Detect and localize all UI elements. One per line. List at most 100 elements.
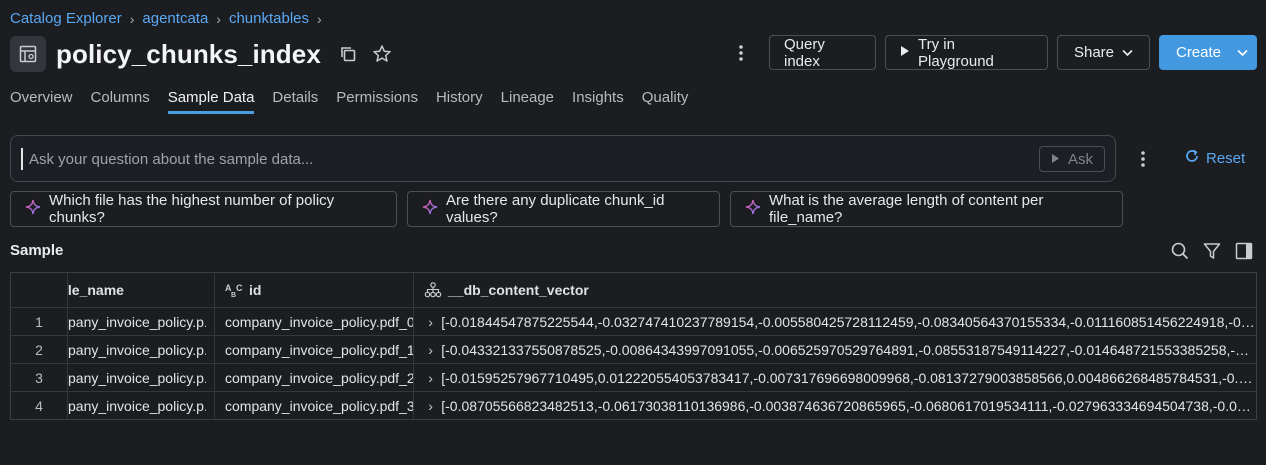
string-type-icon: A B C (225, 282, 243, 298)
tab-insights[interactable]: Insights (572, 89, 624, 114)
share-label: Share (1073, 44, 1115, 61)
tab-lineage[interactable]: Lineage (501, 89, 554, 114)
tab-details[interactable]: Details (272, 89, 318, 114)
chevron-right-icon: › (317, 10, 322, 27)
column-header-file-name[interactable]: ile_name (68, 273, 215, 307)
cell-text: [-0.043321337550878525,-0.00864343997091… (441, 341, 1256, 358)
copy-icon[interactable] (335, 41, 361, 67)
assistant-question-box: Ask (10, 135, 1116, 182)
reset-label: Reset (1206, 149, 1246, 167)
playground-label: Try in Playground (918, 35, 994, 70)
cell-text: [-0.08705566823482513,-0.061730381101369… (441, 397, 1256, 414)
more-vertical-icon[interactable] (728, 36, 754, 70)
column-header-vector[interactable]: __db_content_vector (414, 273, 1256, 307)
more-vertical-icon[interactable] (1133, 147, 1153, 171)
expand-chevron-icon[interactable]: › (424, 342, 437, 358)
table-row[interactable]: 1 pany_invoice_policy.p... company_invoi… (11, 307, 1256, 335)
table-header-row: ile_name A B C id __db_content_vector (11, 273, 1256, 307)
row-number: 2 (11, 336, 68, 363)
sparkle-icon (745, 199, 761, 219)
id-cell[interactable]: company_invoice_policy.pdf_2 (215, 364, 414, 391)
try-in-playground-button[interactable]: Try in Playground (885, 35, 1048, 70)
suggestion-chip[interactable]: Are there any duplicate chunk_id values? (407, 191, 720, 227)
breadcrumb: Catalog Explorer › agentcata › chunktabl… (10, 10, 322, 27)
sample-heading: Sample (10, 242, 64, 259)
row-number: 1 (11, 308, 68, 335)
expand-chevron-icon[interactable]: › (424, 398, 437, 414)
cell-text: pany_invoice_policy.p... (68, 313, 206, 330)
cell-text: pany_invoice_policy.p... (68, 397, 206, 414)
header-actions: Query index Try in Playground Share Crea… (728, 35, 1257, 70)
row-number-header (11, 273, 68, 307)
cell-text: pany_invoice_policy.p... (68, 341, 206, 358)
chevron-down-icon (1122, 44, 1133, 61)
query-index-button[interactable]: Query index (769, 35, 876, 70)
file-name-cell[interactable]: pany_invoice_policy.p... (68, 336, 215, 363)
breadcrumb-schema[interactable]: chunktables (229, 10, 309, 27)
question-input[interactable] (21, 148, 921, 170)
tab-quality[interactable]: Quality (642, 89, 689, 114)
breadcrumb-catalog-explorer[interactable]: Catalog Explorer (10, 10, 122, 27)
vector-cell[interactable]: › [-0.08705566823482513,-0.0617303811013… (414, 392, 1256, 419)
create-button[interactable]: Create (1159, 35, 1257, 70)
file-name-cell[interactable]: pany_invoice_policy.p... (68, 308, 215, 335)
refresh-icon (1184, 148, 1200, 168)
ask-label: Ask (1067, 150, 1093, 168)
tab-permissions[interactable]: Permissions (336, 89, 418, 114)
cell-text: [-0.01844547875225544,-0.032747410237789… (441, 313, 1256, 330)
sparkle-icon (422, 199, 438, 219)
tab-history[interactable]: History (436, 89, 483, 114)
vector-index-icon (10, 36, 46, 72)
suggestion-text: Are there any duplicate chunk_id values? (446, 192, 665, 226)
expand-chevron-icon[interactable]: › (424, 314, 437, 330)
file-name-cell[interactable]: pany_invoice_policy.p... (68, 364, 215, 391)
chevron-right-icon: › (216, 10, 221, 27)
row-number: 4 (11, 392, 68, 419)
vector-cell[interactable]: › [-0.01595257967710495,0.01222055405378… (414, 364, 1256, 391)
array-type-icon (424, 282, 442, 298)
tab-sample-data[interactable]: Sample Data (167, 89, 255, 114)
chevron-right-icon: › (129, 10, 135, 27)
expand-chevron-icon[interactable]: › (424, 370, 437, 386)
sparkle-icon (25, 199, 41, 219)
tab-columns[interactable]: Columns (91, 89, 150, 114)
suggestion-chip[interactable]: What is the average length of content pe… (730, 191, 1123, 227)
table-row[interactable]: 3 pany_invoice_policy.p... company_invoi… (11, 363, 1256, 391)
ask-button[interactable]: Ask (1039, 146, 1105, 172)
suggestion-chip[interactable]: Which file has the highest number of pol… (10, 191, 397, 227)
column-header-label: id (249, 282, 262, 298)
search-icon[interactable] (1170, 241, 1190, 261)
tab-bar: Overview Columns Sample Data Details Per… (10, 89, 688, 114)
page-title: policy_chunks_index (56, 38, 321, 69)
id-cell[interactable]: company_invoice_policy.pdf_0 (215, 308, 414, 335)
breadcrumb-catalog[interactable]: agentcata (142, 10, 208, 27)
tab-overview[interactable]: Overview (10, 89, 73, 114)
title-row: policy_chunks_index (10, 36, 395, 72)
side-panel-icon[interactable] (1234, 241, 1254, 261)
table-row[interactable]: 4 pany_invoice_policy.p... company_invoi… (11, 391, 1256, 419)
vector-cell[interactable]: › [-0.01844547875225544,-0.0327474102377… (414, 308, 1256, 335)
column-header-label: __db_content_vector (448, 282, 589, 298)
table-row[interactable]: 2 pany_invoice_policy.p... company_invoi… (11, 335, 1256, 363)
suggestion-text: What is the average length of content pe… (769, 192, 1044, 226)
sample-data-table: ile_name A B C id __db_content_vector 1 … (10, 272, 1257, 420)
cell-text: pany_invoice_policy.p... (68, 369, 206, 386)
file-name-cell[interactable]: pany_invoice_policy.p... (68, 392, 215, 419)
cell-text: [-0.01595257967710495,0.0122205540537834… (441, 369, 1256, 386)
column-header-label: ile_name (68, 282, 124, 298)
column-header-id[interactable]: A B C id (215, 273, 414, 307)
id-cell[interactable]: company_invoice_policy.pdf_1 (215, 336, 414, 363)
id-cell[interactable]: company_invoice_policy.pdf_3 (215, 392, 414, 419)
suggestion-chips: Which file has the highest number of pol… (10, 191, 1123, 227)
share-button[interactable]: Share (1057, 35, 1150, 70)
suggestion-text: Which file has the highest number of pol… (49, 192, 335, 226)
row-number: 3 (11, 364, 68, 391)
play-icon (1051, 151, 1060, 168)
star-icon[interactable] (369, 41, 395, 67)
sample-toolbar (1170, 241, 1254, 261)
vector-cell[interactable]: › [-0.043321337550878525,-0.008643439970… (414, 336, 1256, 363)
filter-icon[interactable] (1202, 241, 1222, 261)
reset-button[interactable]: Reset (1184, 148, 1245, 168)
create-label: Create (1175, 44, 1222, 61)
query-index-label: Query index (784, 35, 825, 70)
